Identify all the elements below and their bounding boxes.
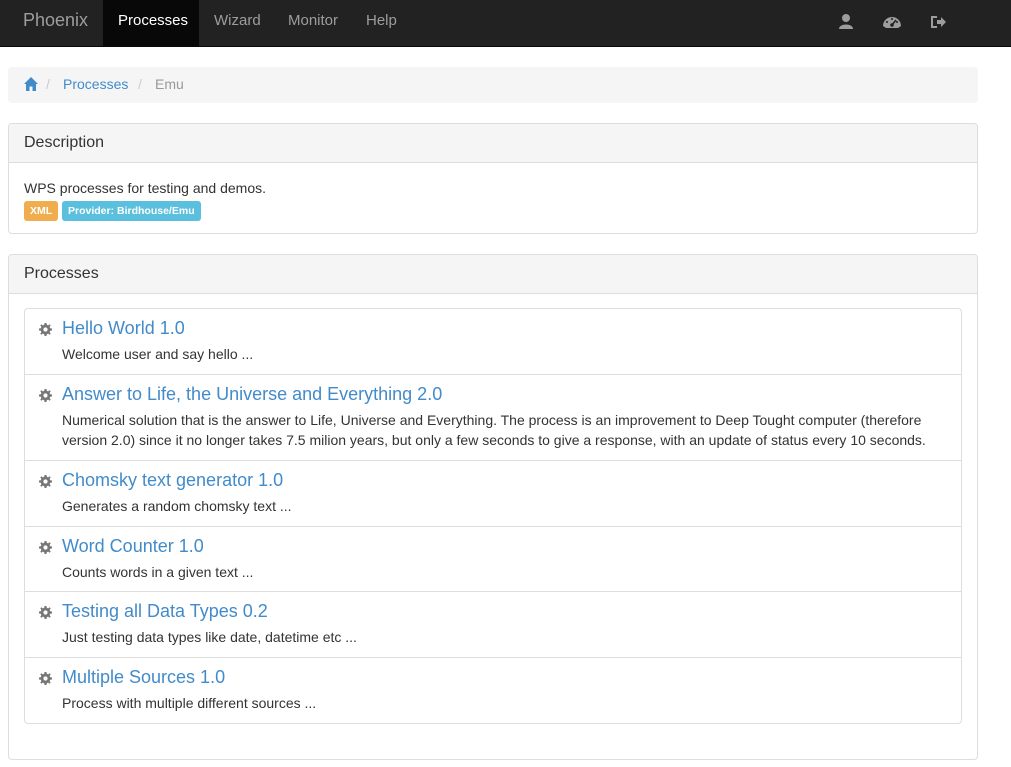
process-item: Chomsky text generator 1.0 Generates a r… xyxy=(25,461,961,527)
process-description: Process with multiple different sources … xyxy=(62,695,317,711)
process-description: Numerical solution that is the answer to… xyxy=(62,412,926,448)
process-description: Counts words in a given text ... xyxy=(62,564,254,580)
gear-icon xyxy=(39,323,52,336)
process-item: Multiple Sources 1.0 Process with multip… xyxy=(25,658,961,723)
process-title-link[interactable]: Word Counter 1.0 xyxy=(62,536,204,557)
brand-link[interactable]: Phoenix xyxy=(23,10,88,31)
nav-wizard[interactable]: Wizard xyxy=(199,0,276,46)
process-item: Hello World 1.0 Welcome user and say hel… xyxy=(25,309,961,375)
process-description: Generates a random chomsky text ... xyxy=(62,498,292,514)
gear-icon xyxy=(39,541,52,554)
process-description: Just testing data types like date, datet… xyxy=(62,629,357,645)
process-description: Welcome user and say hello ... xyxy=(62,346,254,362)
description-panel: Description WPS processes for testing an… xyxy=(8,123,978,234)
process-title-link[interactable]: Answer to Life, the Universe and Everyth… xyxy=(62,384,442,405)
process-title-link[interactable]: Multiple Sources 1.0 xyxy=(62,667,225,688)
xml-badge[interactable]: XML xyxy=(24,201,59,221)
process-title-link[interactable]: Hello World 1.0 xyxy=(62,318,185,339)
breadcrumb-separator: / xyxy=(46,76,50,92)
process-title-link[interactable]: Testing all Data Types 0.2 xyxy=(62,601,268,622)
breadcrumb-current: Emu xyxy=(155,76,184,92)
process-item: Answer to Life, the Universe and Everyth… xyxy=(25,375,961,461)
provider-badge: Provider: Birdhouse/Emu xyxy=(62,201,201,221)
description-text: WPS processes for testing and demos. xyxy=(24,180,266,196)
breadcrumb: / Processes / Emu xyxy=(8,67,978,103)
gear-icon xyxy=(39,606,52,619)
dashboard-icon[interactable] xyxy=(882,12,902,32)
processes-heading: Processes xyxy=(9,255,977,294)
process-item: Word Counter 1.0 Counts words in a given… xyxy=(25,527,961,592)
home-icon[interactable] xyxy=(23,76,39,92)
nav-help[interactable]: Help xyxy=(351,0,412,46)
process-title-link[interactable]: Chomsky text generator 1.0 xyxy=(62,470,283,491)
gear-icon xyxy=(39,672,52,685)
gear-icon xyxy=(39,475,52,488)
top-navbar: Phoenix Processes Wizard Monitor Help xyxy=(0,0,1011,47)
user-icon[interactable] xyxy=(836,12,856,32)
breadcrumb-processes[interactable]: Processes xyxy=(63,76,128,92)
nav-monitor[interactable]: Monitor xyxy=(273,0,353,46)
process-item: Testing all Data Types 0.2 Just testing … xyxy=(25,592,961,658)
processes-panel: Processes Hello World 1.0 Welcome user a… xyxy=(8,254,978,760)
process-list: Hello World 1.0 Welcome user and say hel… xyxy=(24,308,962,724)
nav-processes[interactable]: Processes xyxy=(103,0,199,46)
breadcrumb-separator: / xyxy=(138,76,142,92)
description-heading: Description xyxy=(9,124,977,163)
logout-icon[interactable] xyxy=(929,12,949,32)
gear-icon xyxy=(39,389,52,402)
